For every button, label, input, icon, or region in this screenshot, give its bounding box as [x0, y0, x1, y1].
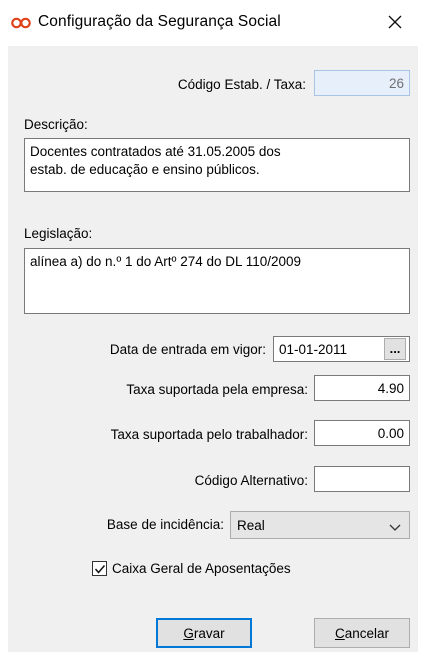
- close-button[interactable]: [380, 9, 410, 37]
- base-selected-value: Real: [237, 517, 265, 533]
- code-field: 26: [314, 70, 410, 96]
- cancel-label: Cancelar: [334, 625, 390, 641]
- employer-rate-label: Taxa suportada pela empresa:: [126, 382, 308, 397]
- worker-rate-label: Taxa suportada pelo trabalhador:: [110, 427, 308, 442]
- alt-code-field[interactable]: [314, 466, 410, 492]
- description-line-1: Docentes contratados até 31.05.2005 dos: [30, 144, 281, 159]
- date-picker-button[interactable]: ...: [384, 338, 406, 360]
- alt-code-label: Código Alternativo:: [194, 473, 308, 488]
- start-date-label: Data de entrada em vigor:: [109, 342, 266, 357]
- legislation-value: alínea a) do n.º 1 do Artº 274 do DL 110…: [30, 254, 302, 269]
- checkmark-icon: [94, 565, 106, 574]
- chevron-down-icon: [389, 520, 401, 531]
- description-memo[interactable]: Docentes contratados até 31.05.2005 dos …: [24, 138, 410, 192]
- cancel-button[interactable]: Cancelar: [314, 618, 410, 648]
- employer-rate-field[interactable]: 4.90: [314, 375, 410, 401]
- save-button[interactable]: Gravar: [156, 618, 252, 648]
- legislation-memo[interactable]: alínea a) do n.º 1 do Artº 274 do DL 110…: [24, 248, 410, 314]
- infinity-icon: [10, 12, 32, 34]
- cga-label: Caixa Geral de Aposentações: [112, 561, 291, 576]
- legislation-label: Legislação:: [24, 226, 93, 241]
- worker-rate-field[interactable]: 0.00: [314, 420, 410, 446]
- dialog-body: Código Estab. / Taxa: 26 Descrição: Doce…: [8, 46, 418, 652]
- description-label: Descrição:: [24, 117, 88, 132]
- title-bar: Configuração da Segurança Social: [0, 0, 428, 46]
- worker-rate-value: 0.00: [377, 425, 404, 441]
- close-icon: [388, 15, 402, 32]
- save-label: Gravar: [183, 625, 225, 641]
- base-select[interactable]: Real: [230, 511, 410, 539]
- employer-rate-value: 4.90: [377, 380, 404, 396]
- code-label: Código Estab. / Taxa:: [177, 77, 306, 92]
- base-label: Base de incidência:: [106, 517, 224, 532]
- start-date-value: 01-01-2011: [279, 341, 348, 357]
- window-title: Configuração da Segurança Social: [38, 13, 281, 30]
- description-line-2: estab. de educação e ensino públicos.: [30, 162, 260, 177]
- code-value: 26: [388, 75, 404, 91]
- ellipsis-icon: ...: [389, 341, 401, 356]
- cga-checkbox[interactable]: [92, 561, 107, 576]
